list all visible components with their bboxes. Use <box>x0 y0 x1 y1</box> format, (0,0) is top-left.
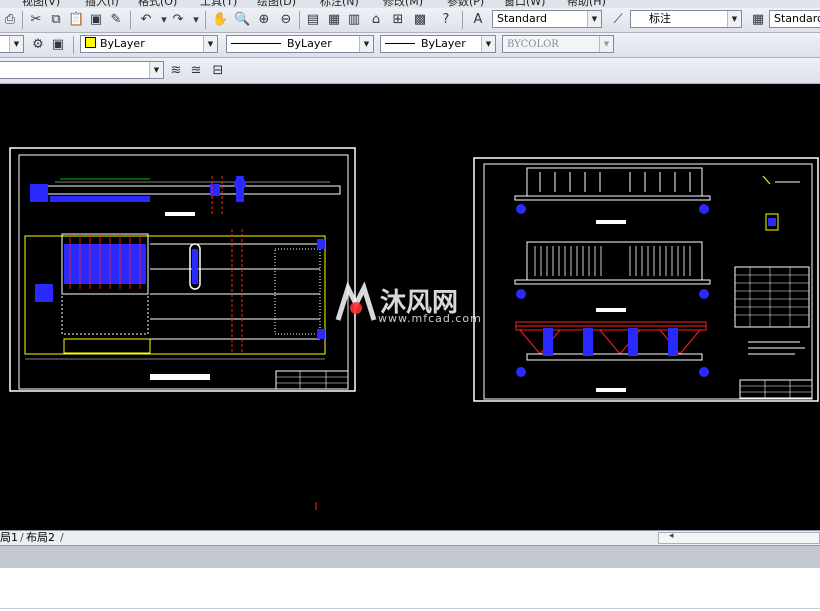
chevron-down-icon[interactable]: ▼ <box>359 36 373 52</box>
pan-icon[interactable]: ✋ <box>212 12 228 28</box>
layer-iso-icon[interactable]: ⊟ <box>210 63 226 79</box>
layer-previous-icon[interactable]: ▣ <box>50 37 66 53</box>
markup-icon[interactable]: ⊞ <box>390 12 406 28</box>
watermark-logo-icon <box>335 282 377 321</box>
text-style-icon[interactable]: A <box>470 12 486 28</box>
chevron-down-icon[interactable]: ▼ <box>587 11 601 27</box>
redo-dropdown-icon[interactable]: ▾ <box>188 12 204 28</box>
toolbar-separator <box>73 36 74 54</box>
table-style-combo[interactable]: Standard <box>769 10 820 28</box>
design-center-icon[interactable]: ▦ <box>326 12 342 28</box>
paste-icon[interactable]: 📋 <box>68 12 84 28</box>
dim-style-icon[interactable]: ⟋ <box>610 12 626 28</box>
tab-layout1[interactable]: 局1 <box>0 531 18 545</box>
toolbar-separator <box>130 11 131 29</box>
plotstyle-combo[interactable]: BYCOLOR ▼ <box>502 35 614 53</box>
chevron-down-icon[interactable]: ▼ <box>9 36 23 52</box>
cut-icon[interactable]: ✂ <box>28 12 44 28</box>
text-style-combo[interactable]: Standard ▼ <box>492 10 602 28</box>
filter-tubes <box>64 234 146 289</box>
block-editor-icon[interactable]: ✎ <box>108 12 124 28</box>
dim-style-value: 标注 <box>649 12 671 25</box>
chevron-down-icon[interactable]: ▼ <box>481 36 495 52</box>
drawing-canvas[interactable]: 沐风网 www.mfcad.com <box>0 84 820 530</box>
sheet-left <box>9 147 356 392</box>
properties-toolbar: ▼ ⚙ ▣ ByLayer ▼ ByLayer ▼ ByLayer ▼ BYCO… <box>0 33 820 58</box>
sheet-set-icon[interactable]: ⌂ <box>368 12 384 28</box>
command-input-divider <box>0 608 820 609</box>
workspace-toolbar: ▼ ≋ ≊ ⊟ <box>0 58 820 84</box>
watermark: 沐风网 www.mfcad.com <box>334 282 494 328</box>
toolbar-separator <box>22 11 23 29</box>
layer-states-icon[interactable]: ⚙ <box>30 37 46 53</box>
table-style-value: Standard <box>774 12 820 25</box>
toolbar-separator <box>299 11 300 29</box>
horizontal-scrollbar[interactable]: ◂ <box>658 531 820 544</box>
tab-separator: / <box>60 531 64 544</box>
zoom-realtime-icon[interactable]: 🔍 <box>234 12 250 28</box>
redo-icon[interactable]: ↷ <box>170 12 186 28</box>
plotstyle-value: BYCOLOR <box>507 39 559 50</box>
toolbar-separator <box>462 11 463 29</box>
quickcalc-icon[interactable]: ▩ <box>412 12 428 28</box>
color-value: ByLayer <box>100 37 145 50</box>
lineweight-sample <box>385 43 415 44</box>
copy-icon[interactable]: ⧉ <box>48 12 64 28</box>
properties-icon[interactable]: ▤ <box>305 12 321 28</box>
tab-separator: / <box>20 531 24 544</box>
watermark-url: www.mfcad.com <box>378 312 482 325</box>
help-icon[interactable]: ? <box>438 12 454 28</box>
text-style-value: Standard <box>497 12 548 25</box>
dim-style-combo[interactable]: 标注 ▼ <box>630 10 742 28</box>
tool-palettes-icon[interactable]: ▥ <box>346 12 362 28</box>
table-style-icon[interactable]: ▦ <box>750 12 766 28</box>
command-window[interactable] <box>0 568 820 611</box>
sheet-right <box>473 157 819 402</box>
layer-combo[interactable]: ▼ <box>0 35 24 53</box>
chevron-down-icon[interactable]: ▼ <box>727 11 741 27</box>
zoom-previous-icon[interactable]: ⊖ <box>278 12 294 28</box>
scroll-left-icon[interactable]: ◂ <box>669 531 674 541</box>
linetype-value: ByLayer <box>287 37 332 50</box>
layout-tabs-bar: 局1 / 布局2 / ◂ <box>0 530 820 546</box>
chevron-down-icon[interactable]: ▼ <box>149 62 163 78</box>
workspace-combo[interactable]: ▼ <box>0 61 164 79</box>
chevron-down-icon[interactable]: ▼ <box>599 36 613 52</box>
make-current-icon[interactable]: ≊ <box>188 63 204 79</box>
lineweight-combo[interactable]: ByLayer ▼ <box>380 35 496 53</box>
zoom-window-icon[interactable]: ⊕ <box>256 12 272 28</box>
lineweight-value: ByLayer <box>421 37 466 50</box>
layer-properties-icon[interactable]: ≋ <box>168 63 184 79</box>
undo-icon[interactable]: ↶ <box>138 12 154 28</box>
linetype-combo[interactable]: ByLayer ▼ <box>226 35 374 53</box>
chevron-down-icon[interactable]: ▼ <box>203 36 217 52</box>
tab-layout2[interactable]: 布局2 <box>26 531 55 545</box>
match-properties-icon[interactable]: ▣ <box>88 12 104 28</box>
toolbar-separator <box>205 11 206 29</box>
color-combo[interactable]: ByLayer ▼ <box>80 35 218 53</box>
color-swatch <box>85 37 96 48</box>
publish-icon[interactable]: ⎙ <box>2 12 18 28</box>
linetype-sample <box>231 43 281 44</box>
command-window-titlebar[interactable] <box>0 545 820 569</box>
standard-toolbar: ⎙ ✂ ⧉ 📋 ▣ ✎ ↶ ▾ ↷ ▾ ✋ 🔍 ⊕ ⊖ ▤ ▦ ▥ ⌂ ⊞ ▩ … <box>0 8 820 33</box>
